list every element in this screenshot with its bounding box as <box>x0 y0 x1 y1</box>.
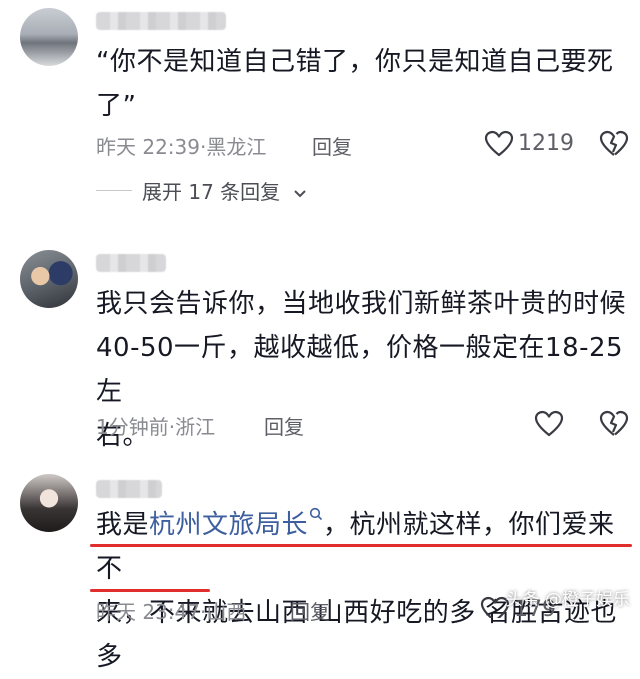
comment-text-prefix: 我是 <box>96 510 150 540</box>
like-count: 1219 <box>518 131 574 156</box>
reply-button[interactable]: 回复 <box>264 411 304 440</box>
comment-text-line: 我是杭州文旅局长 ，杭州就这样，你们爱来不 <box>96 503 636 591</box>
comment-time: 1分钟前 <box>96 415 169 439</box>
avatar[interactable] <box>20 8 78 66</box>
heart-icon[interactable] <box>534 410 564 438</box>
comment-meta: 1分钟前·浙江 <box>96 411 215 440</box>
heart-icon[interactable] <box>484 130 514 158</box>
red-underline-annotation <box>90 589 210 592</box>
chevron-down-icon <box>293 189 306 197</box>
watermark: 头条 @橙子娱乐 <box>505 590 630 610</box>
username-blurred[interactable] <box>96 254 166 272</box>
broken-heart-icon[interactable] <box>598 130 630 158</box>
expand-replies-button[interactable]: 展开 17 条回复 <box>142 176 307 205</box>
expand-divider <box>96 190 132 191</box>
search-keyword-link[interactable]: 杭州文旅局长 <box>149 510 308 540</box>
comment-meta: 昨天 22:39·黑龙江 <box>96 131 266 160</box>
reply-button[interactable]: 回复 <box>312 131 352 160</box>
avatar[interactable] <box>20 474 78 532</box>
comment-text-line: 40-50一斤，越收越低，价格一般定在18-25左 <box>96 333 624 407</box>
comment-text: “你不是知道自己错了，你只是知道自己要死了” <box>96 40 636 128</box>
username-blurred[interactable] <box>96 12 226 30</box>
reply-button[interactable]: 回复 <box>290 596 330 625</box>
comment-location: 山西 <box>206 600 247 624</box>
comment-location: 浙江 <box>175 415 216 439</box>
comment-meta: 昨天 23:47·山西 <box>96 596 246 625</box>
red-underline-annotation <box>90 544 632 547</box>
comment-time: 昨天 22:39 <box>96 135 200 159</box>
avatar[interactable] <box>20 250 78 308</box>
comment-time: 昨天 23:47 <box>96 600 200 624</box>
username-blurred[interactable] <box>96 480 162 498</box>
broken-heart-icon[interactable] <box>598 410 630 438</box>
comment-location: 黑龙江 <box>206 135 267 159</box>
comment-text-content: “你不是知道自己错了，你只是知道自己要死了” <box>96 47 614 121</box>
comment-text-line: 我只会告诉你，当地收我们新鲜茶叶贵的时候 <box>96 289 627 319</box>
search-icon[interactable] <box>309 507 323 523</box>
expand-replies-label: 展开 17 条回复 <box>142 180 281 204</box>
